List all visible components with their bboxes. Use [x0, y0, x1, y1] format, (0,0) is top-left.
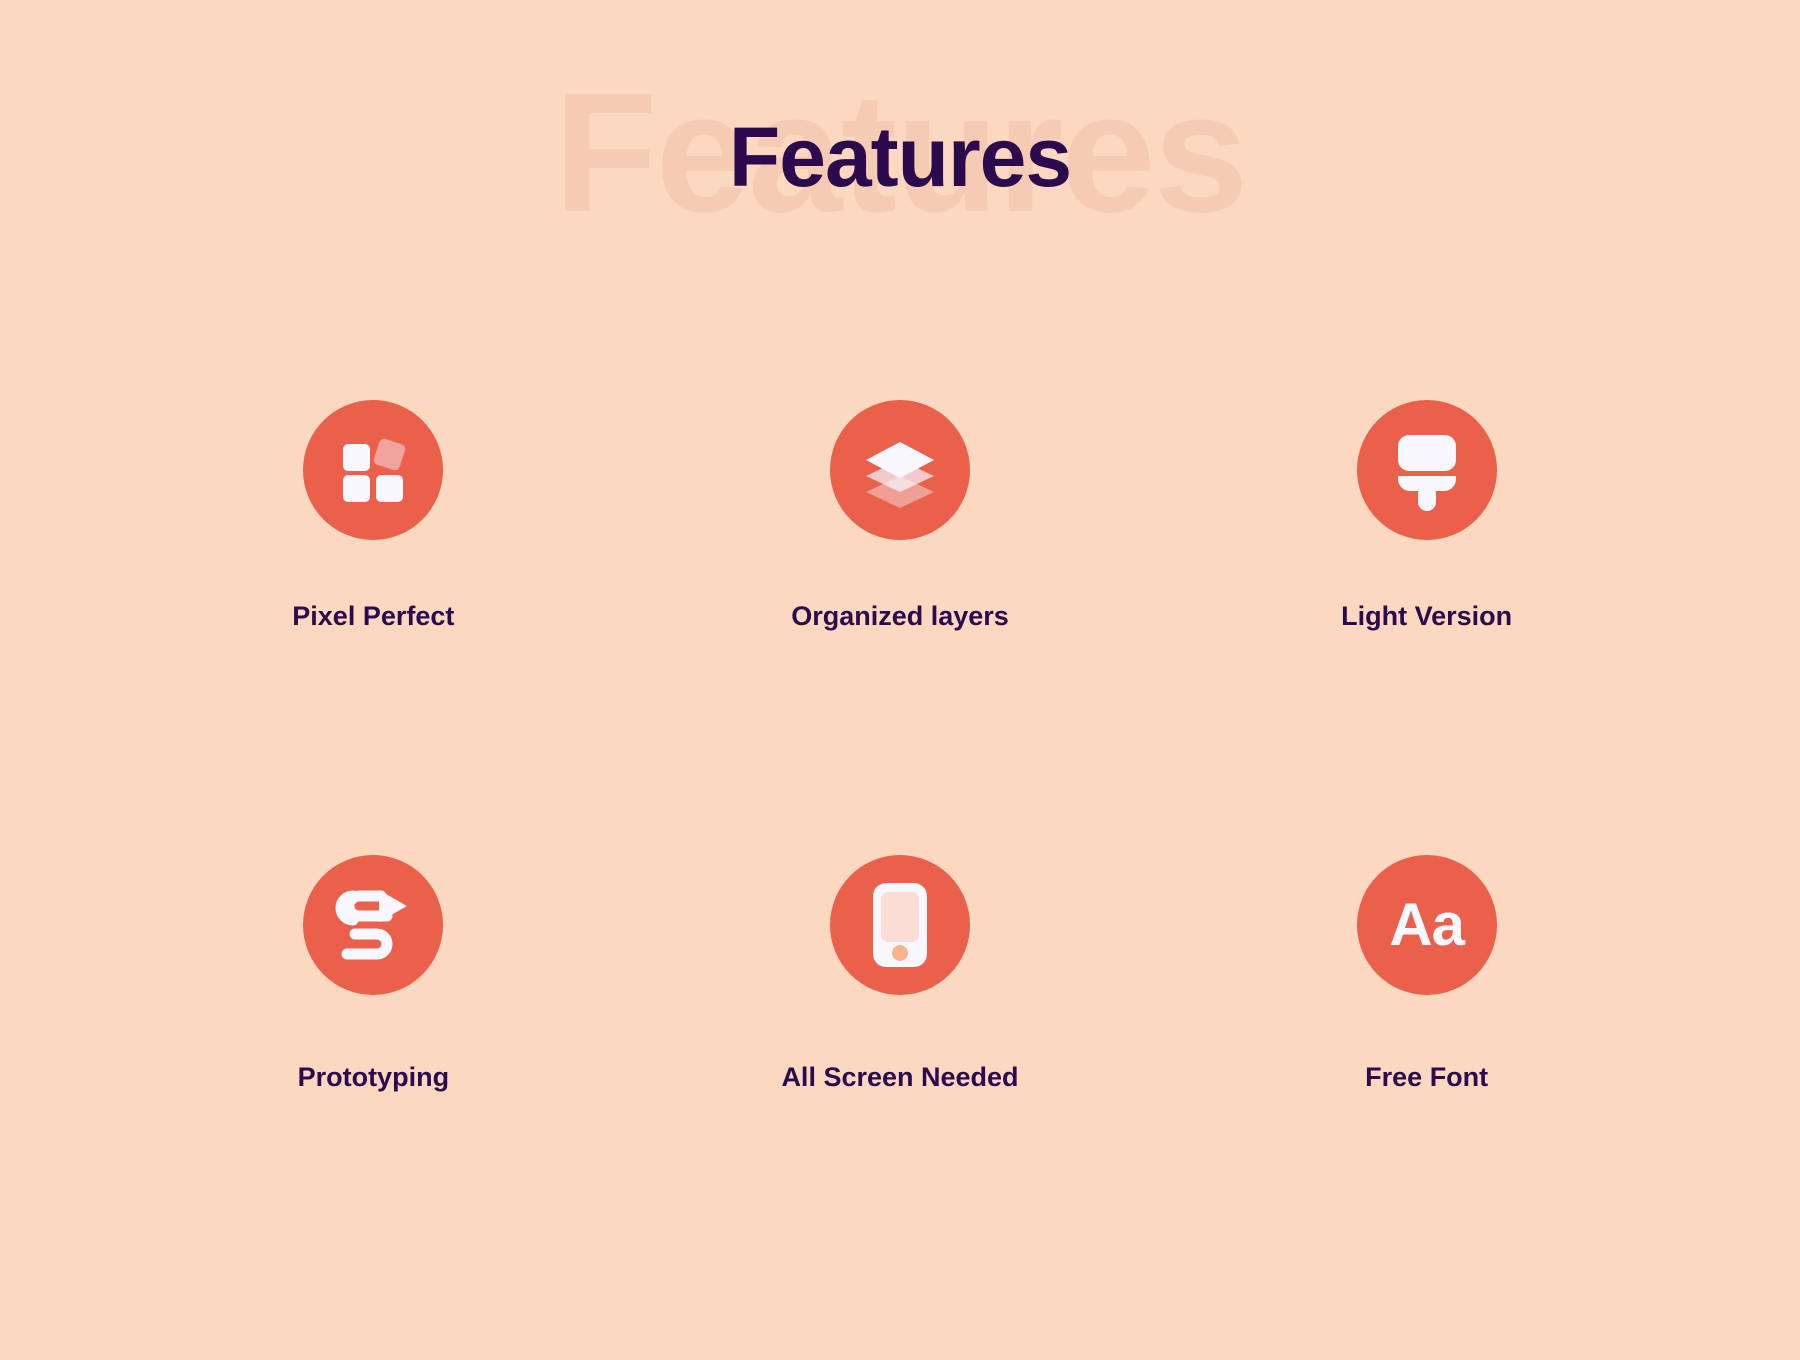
feature-icon-badge	[303, 400, 444, 540]
features-slide: Features Features Pixel Perfect Organize…	[0, 0, 1800, 1360]
feature-label: Pixel Perfect	[292, 601, 455, 631]
flow-arrow-icon	[333, 888, 413, 962]
features-grid: Pixel Perfect Organized layers Light Ver…	[110, 400, 1690, 1310]
mobile-phone-icon	[870, 881, 930, 969]
feature-icon-badge	[303, 855, 444, 995]
feature-item-prototyping[interactable]: Prototyping	[110, 855, 637, 1310]
page-title: Features	[728, 110, 1072, 204]
feature-icon-badge	[829, 855, 970, 995]
feature-item-free-font[interactable]: Aa Free Font	[1163, 855, 1690, 1310]
feature-icon-badge	[829, 400, 970, 540]
typography-aa-icon: Aa	[1389, 891, 1465, 958]
feature-label: Prototyping	[297, 1062, 450, 1092]
feature-item-light-version[interactable]: Light Version	[1163, 400, 1690, 855]
page-header: Features Features	[0, 0, 1800, 300]
layers-stack-icon	[860, 430, 940, 510]
grid-squares-icon	[334, 431, 412, 509]
paint-brush-icon	[1390, 429, 1464, 511]
feature-label: All Screen Needed	[781, 1062, 1019, 1092]
feature-item-pixel-perfect[interactable]: Pixel Perfect	[110, 400, 637, 855]
feature-icon-badge	[1356, 400, 1497, 540]
feature-label: Organized layers	[791, 601, 1009, 631]
feature-item-organized-layers[interactable]: Organized layers	[637, 400, 1164, 855]
feature-label: Free Font	[1365, 1062, 1489, 1092]
feature-icon-badge: Aa	[1356, 855, 1497, 995]
feature-label: Light Version	[1341, 601, 1513, 631]
feature-item-all-screen-needed[interactable]: All Screen Needed	[637, 855, 1164, 1310]
